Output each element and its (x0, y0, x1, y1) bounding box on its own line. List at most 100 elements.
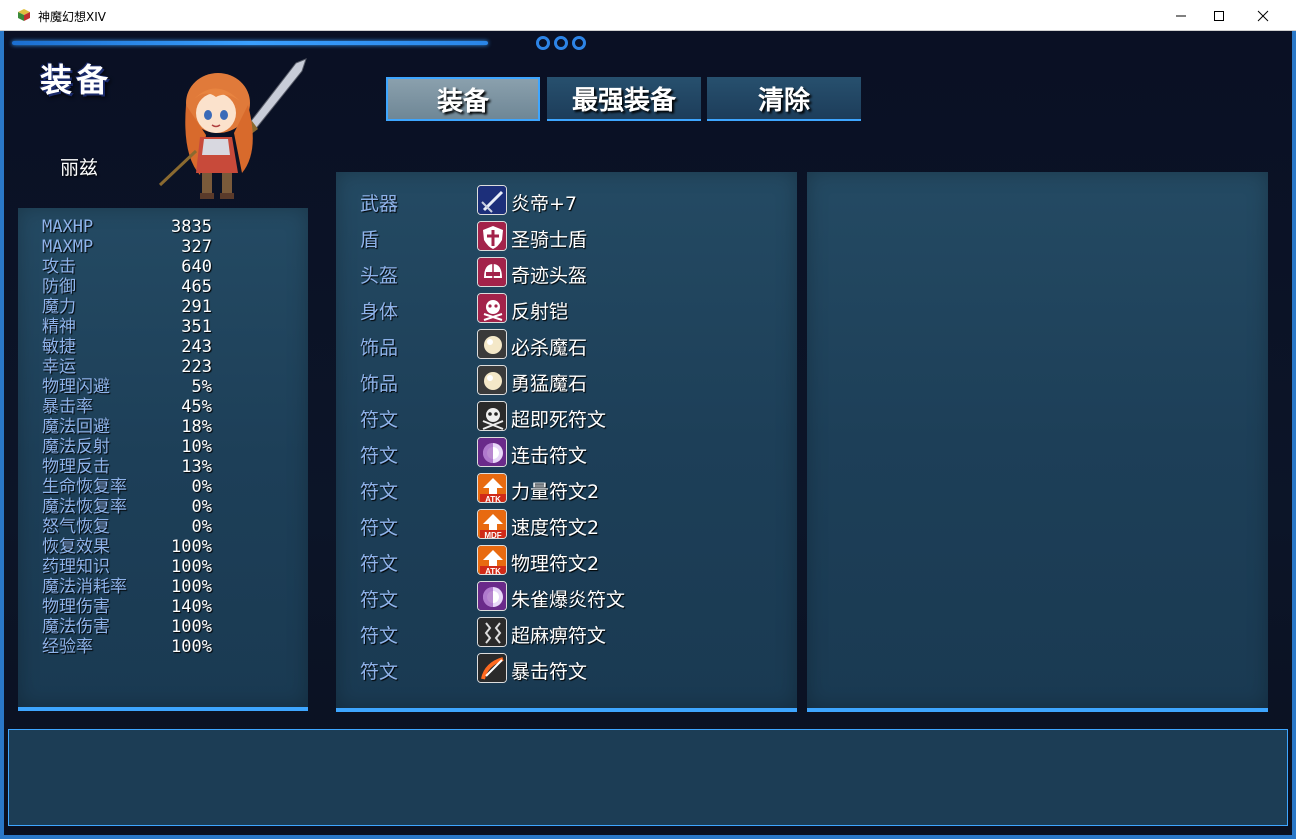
slot-type-label: 符文 (360, 661, 399, 683)
stat-label: 敏捷 (42, 337, 76, 357)
stat-label: 经验率 (42, 637, 93, 657)
stat-label: 幸运 (42, 357, 76, 377)
equipped-item-name: 勇猛魔石 (511, 373, 588, 395)
stat-row: 精神 351 (42, 317, 212, 337)
stat-value: 0% (191, 477, 212, 497)
stat-value: 243 (181, 337, 212, 357)
svg-text:ATK: ATK (485, 567, 501, 575)
stat-value: 45% (181, 397, 212, 417)
stat-label: 生命恢复率 (42, 477, 127, 497)
actor-name: 丽兹 (60, 157, 99, 179)
maximize-button[interactable] (1196, 0, 1242, 31)
stat-value: 3835 (171, 217, 212, 237)
equip-slot-row[interactable]: 符文 暴击符文 (360, 653, 780, 685)
minimize-icon (1176, 15, 1186, 16)
equip-slot-row[interactable]: 饰品 必杀魔石 (360, 329, 780, 361)
game-screen: 装备 丽兹 装备 最强装备 清除 MAXHP 3835 MAXMP 327 攻击 640 防… (0, 31, 1296, 839)
scene-title: 装备 (40, 61, 113, 99)
slot-type-label: 符文 (360, 445, 399, 467)
stat-row: 攻击 640 (42, 257, 212, 277)
stat-row: 怒气恢复 0% (42, 517, 212, 537)
status-panel: MAXHP 3835 MAXMP 327 攻击 640 防御 465 魔力 291 精神 351 敏捷 2… (18, 208, 308, 711)
equip-slot-row[interactable]: 饰品 勇猛魔石 (360, 365, 780, 397)
sword-icon (477, 185, 507, 215)
atk-up-icon: ATK (477, 545, 507, 575)
stat-label: 精神 (42, 317, 76, 337)
stat-label: 魔法伤害 (42, 617, 110, 637)
purple-orb-icon (477, 581, 507, 611)
stat-value: 10% (181, 437, 212, 457)
stat-row: 防御 465 (42, 277, 212, 297)
equipped-item-name: 炎帝+7 (511, 193, 578, 215)
stat-label: 药理知识 (42, 557, 110, 577)
equipped-item-name: 速度符文2 (511, 517, 600, 539)
stat-value: 100% (171, 557, 212, 577)
help-window (8, 729, 1288, 826)
stat-value: 0% (191, 517, 212, 537)
equip-slot-row[interactable]: 盾 圣骑士盾 (360, 221, 780, 253)
equip-slot-row[interactable]: 武器 炎帝+7 (360, 185, 780, 217)
clear-button[interactable]: 清除 (707, 77, 861, 121)
stat-value: 100% (171, 577, 212, 597)
slot-type-label: 身体 (360, 301, 399, 323)
slot-type-label: 符文 (360, 409, 399, 431)
slot-type-label: 盾 (360, 229, 380, 251)
equip-slot-row[interactable]: 符文 连击符文 (360, 437, 780, 469)
orb-icon (477, 329, 507, 359)
window-titlebar: 神魔幻想XIV (0, 0, 1296, 31)
equip-slot-row[interactable]: 头盔 奇迹头盔 (360, 257, 780, 289)
stat-row: 魔法反射 10% (42, 437, 212, 457)
equipment-slot-panel: 武器 炎帝+7 盾圣骑士盾 头盔 奇迹头盔 身体 反射铠 饰品 必杀魔石 饰品 勇猛魔石 符文 超即死符… (336, 172, 797, 712)
atk-up-icon: ATK (477, 473, 507, 503)
stat-value: 351 (181, 317, 212, 337)
stat-value: 0% (191, 497, 212, 517)
stat-row: 物理伤害 140% (42, 597, 212, 617)
slot-type-label: 符文 (360, 481, 399, 503)
armor-icon (477, 293, 507, 323)
close-icon (1257, 10, 1269, 21)
close-button[interactable] (1240, 0, 1286, 31)
skull-icon (477, 401, 507, 431)
equip-slot-row[interactable]: 符文 ATK 物理符文2 (360, 545, 780, 577)
stat-row: 敏捷 243 (42, 337, 212, 357)
stat-row: 生命恢复率 0% (42, 477, 212, 497)
stat-row: MAXMP 327 (42, 237, 212, 257)
equip-slot-row[interactable]: 符文 超即死符文 (360, 401, 780, 433)
stat-row: 魔法恢复率 0% (42, 497, 212, 517)
slot-type-label: 武器 (360, 193, 399, 215)
equipped-item-name: 朱雀爆炎符文 (511, 589, 626, 611)
stat-label: 魔法恢复率 (42, 497, 127, 517)
slot-type-label: 符文 (360, 589, 399, 611)
equip-slot-row[interactable]: 符文 MDF 速度符文2 (360, 509, 780, 541)
slot-type-label: 饰品 (360, 373, 399, 395)
optimize-button[interactable]: 最强装备 (547, 77, 701, 121)
stat-value: 327 (181, 237, 212, 257)
equip-slot-row[interactable]: 符文 超麻痹符文 (360, 617, 780, 649)
equip-button[interactable]: 装备 (386, 77, 540, 121)
stat-row: 物理闪避 5% (42, 377, 212, 397)
mdf-up-icon: MDF (477, 509, 507, 539)
equipped-item-name: 必杀魔石 (511, 337, 588, 359)
stat-value: 640 (181, 257, 212, 277)
stat-label: 魔力 (42, 297, 76, 317)
equip-slot-row[interactable]: 符文 ATK 力量符文2 (360, 473, 780, 505)
stat-value: 13% (181, 457, 212, 477)
equipped-item-name: 超麻痹符文 (511, 625, 607, 647)
stat-row: MAXHP 3835 (42, 217, 212, 237)
stat-label: MAXMP (42, 237, 94, 257)
equip-slot-row[interactable]: 符文 朱雀爆炎符文 (360, 581, 780, 613)
actor-portrait-icon (158, 58, 307, 199)
stat-value: 100% (171, 637, 212, 657)
game-cube-icon (18, 9, 30, 21)
purple-orb-icon (477, 437, 507, 467)
stat-value: 18% (181, 417, 212, 437)
stat-label: 攻击 (42, 257, 76, 277)
equipped-item-name: 物理符文2 (511, 553, 600, 575)
helmet-icon (477, 257, 507, 287)
stat-label: 恢复效果 (42, 537, 110, 557)
item-list-panel (807, 172, 1268, 712)
stat-label: 物理反击 (42, 457, 110, 477)
equip-slot-row[interactable]: 身体 反射铠 (360, 293, 780, 325)
stat-row: 魔力 291 (42, 297, 212, 317)
stat-value: 223 (181, 357, 212, 377)
